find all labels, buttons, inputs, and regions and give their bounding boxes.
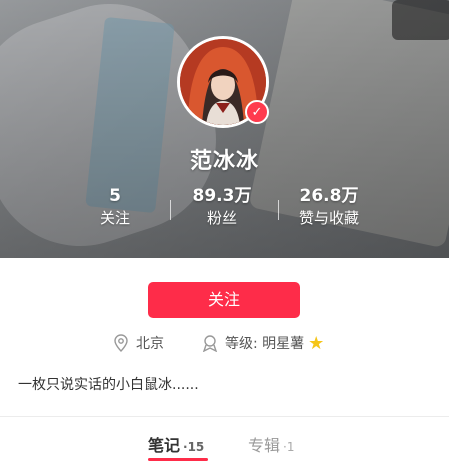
stat-label: 关注 — [99, 209, 130, 227]
level-icon — [201, 334, 219, 352]
location-pin-icon — [112, 334, 130, 352]
stat-value: 26.8万 — [299, 186, 359, 206]
stat-followers[interactable]: 89.3万 粉丝 — [167, 186, 277, 228]
tab-count: ·1 — [283, 440, 295, 454]
star-icon: ★ — [308, 332, 325, 354]
location-text: 北京 — [136, 336, 164, 352]
tab-label: 笔记 — [148, 436, 181, 455]
stat-likes-collections[interactable]: 26.8万 赞与收藏 — [274, 186, 384, 228]
profile-name: 范冰冰 — [189, 149, 259, 174]
stat-value: 5 — [109, 186, 121, 206]
stat-value: 89.3万 — [192, 186, 252, 206]
tab-notes[interactable]: 笔记 ·15 — [148, 432, 204, 456]
stat-label: 赞与收藏 — [298, 209, 359, 227]
tab-label: 专辑 — [248, 436, 281, 455]
location-info: 北京 — [112, 333, 164, 353]
tab-count: ·15 — [183, 440, 205, 454]
tab-divider — [0, 416, 449, 417]
follow-button[interactable]: 关注 — [148, 282, 300, 318]
level-text: 等级: 明星薯 — [225, 336, 305, 352]
profile-bio: 一枚只说实话的小白鼠冰...... — [18, 377, 199, 393]
active-tab-indicator — [148, 458, 208, 461]
level-info[interactable]: 等级: 明星薯 ★ — [201, 332, 325, 354]
tab-albums[interactable]: 专辑 ·1 — [248, 432, 294, 456]
stat-label: 粉丝 — [206, 209, 237, 227]
stat-following[interactable]: 5 关注 — [60, 186, 170, 228]
verified-badge-icon: ✓ — [245, 100, 269, 124]
